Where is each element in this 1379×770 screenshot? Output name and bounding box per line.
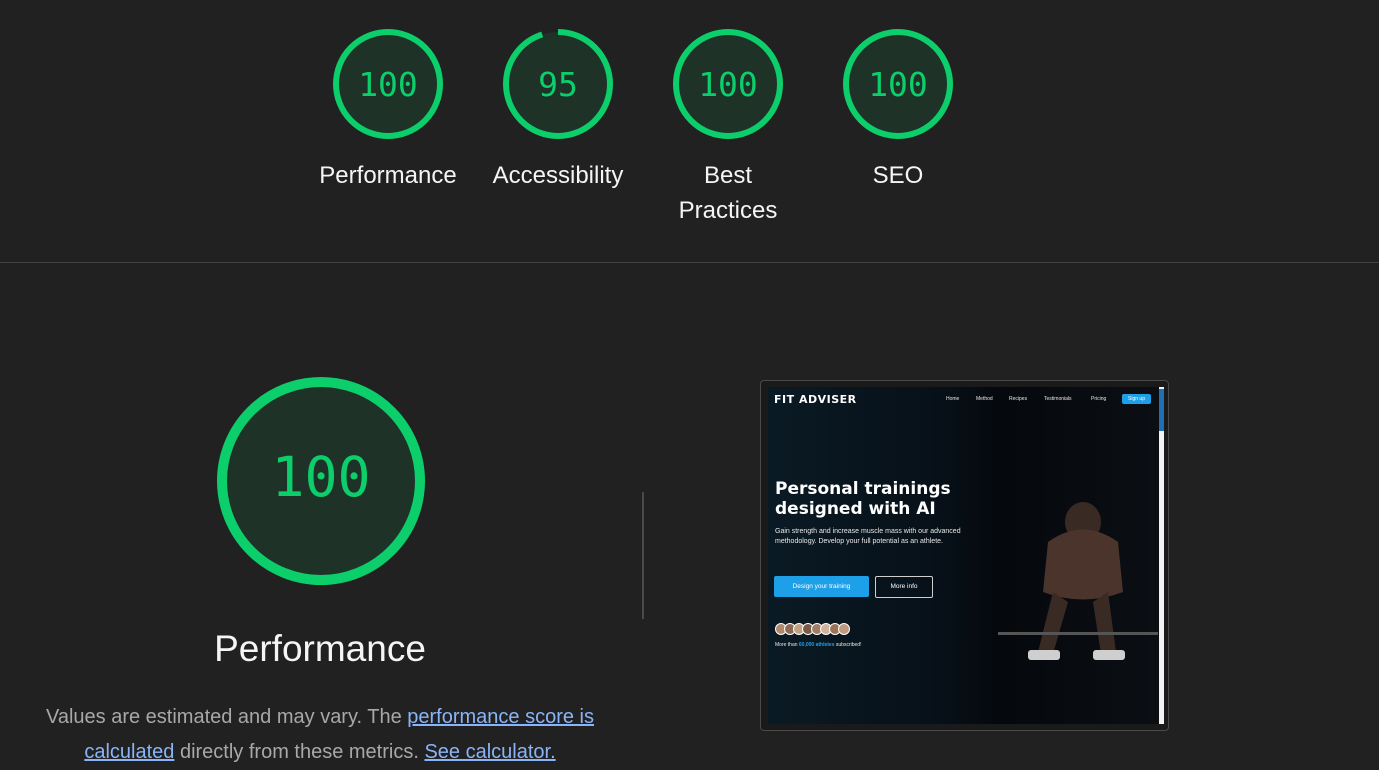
site-headline-line: Personal trainings: [775, 479, 951, 499]
athlete-image: [998, 502, 1158, 660]
best-practices-score: 100: [698, 65, 758, 104]
accessibility-score: 95: [538, 65, 578, 104]
description-text: Values are estimated and may vary. The: [45, 706, 408, 728]
gauge-label-accessibility: Accessibility: [473, 158, 643, 193]
screenshot-scrollbar-track: [1159, 387, 1164, 724]
site-headline: Personal trainings designed with AI: [775, 479, 975, 519]
avatar: [838, 623, 850, 635]
screenshot-scrollbar-thumb: [1159, 389, 1164, 431]
performance-main-gauge: 100: [215, 375, 427, 587]
description-text: directly from these metrics.: [174, 741, 425, 763]
seo-gauge-ring: 100: [843, 29, 953, 139]
gauge-label-line: Performance: [319, 162, 457, 189]
site-nav-testimonials: Testimonials: [1044, 396, 1072, 402]
performance-main-score: 100: [271, 445, 370, 509]
subscribed-suffix: subscribed!: [834, 642, 862, 648]
site-nav-recipes: Recipes: [1009, 396, 1028, 402]
gauge-label-performance: Performance: [303, 158, 473, 193]
section-divider: [0, 262, 1379, 263]
site-more-info-button: More info: [875, 576, 933, 598]
gauge-seo[interactable]: 100: [841, 27, 955, 141]
site-signup-button: Sign up: [1122, 394, 1151, 404]
performance-description: Values are estimated and may vary. The p…: [30, 700, 610, 770]
performance-title: Performance: [214, 628, 426, 669]
site-design-training-button: Design your training: [774, 576, 869, 597]
gauge-label-line: Accessibility: [492, 162, 624, 189]
site-nav-home: Home: [946, 396, 960, 402]
gauge-performance[interactable]: 100: [331, 27, 445, 141]
site-subtitle: Gain strength and increase muscle mass w…: [775, 528, 961, 545]
gauge-label-line: SEO: [872, 162, 924, 189]
gauge-label-line: Practices: [678, 197, 778, 224]
vertical-divider: [642, 492, 644, 619]
site-nav-method: Method: [976, 396, 993, 402]
accessibility-gauge-ring: 95: [503, 29, 613, 139]
subscribed-prefix: More than: [775, 642, 799, 648]
subscribed-count: 60,000 athletes: [798, 642, 835, 648]
performance-gauge-ring: 100: [333, 29, 443, 139]
see-calculator-link[interactable]: See calculator.: [424, 741, 555, 763]
site-nav-pricing: Pricing: [1091, 396, 1107, 402]
performance-score: 100: [358, 65, 418, 104]
site-subscribed-text: More than 60,000 athletes subscribed!: [775, 642, 861, 648]
final-screenshot: FIT ADVISER Home Method Recipes Testimon…: [768, 387, 1159, 724]
seo-score: 100: [868, 65, 928, 104]
best-practices-gauge-ring: 100: [673, 29, 783, 139]
gauge-label-best-practices: Best Practices: [643, 158, 813, 228]
gauge-accessibility[interactable]: 95: [501, 27, 615, 141]
gauge-label-seo: SEO: [813, 158, 983, 193]
gauge-best-practices[interactable]: 100: [671, 27, 785, 141]
gauge-label-line: Best: [703, 162, 753, 189]
performance-main-gauge-ring: 100: [217, 377, 425, 585]
site-logo: FIT ADVISER: [774, 393, 857, 406]
site-headline-line: designed with AI: [775, 499, 936, 519]
